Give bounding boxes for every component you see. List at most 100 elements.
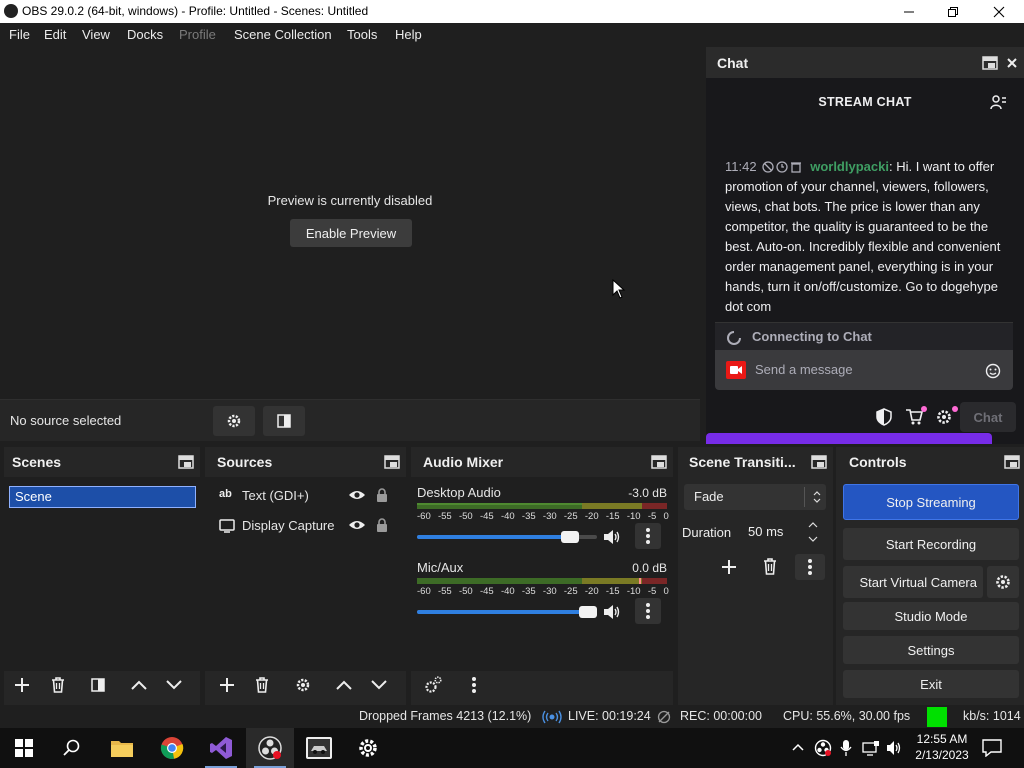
emote-icon[interactable] xyxy=(985,363,1001,379)
scene-item[interactable]: Scene xyxy=(9,486,196,508)
moderation-icons[interactable] xyxy=(760,161,810,173)
scene-filters-button[interactable] xyxy=(83,671,113,699)
undock-icon[interactable] xyxy=(178,455,194,469)
settings-taskbar-button[interactable] xyxy=(344,728,392,768)
remove-source-button[interactable] xyxy=(247,671,277,699)
settings-button[interactable]: Settings xyxy=(843,636,1019,664)
virtual-camera-settings-button[interactable] xyxy=(987,566,1019,598)
menu-scene-collection[interactable]: Scene Collection xyxy=(234,27,332,42)
stop-streaming-button[interactable]: Stop Streaming xyxy=(843,484,1019,520)
cart-icon[interactable] xyxy=(905,406,927,426)
tray-chevron-up-icon[interactable] xyxy=(792,743,804,751)
move-source-up-button[interactable] xyxy=(329,671,359,699)
menu-tools[interactable]: Tools xyxy=(347,27,377,42)
mixer-menu-button[interactable] xyxy=(459,671,489,699)
speaker-icon[interactable] xyxy=(603,604,621,620)
visibility-eye-icon[interactable] xyxy=(348,519,366,531)
advanced-audio-button[interactable] xyxy=(418,671,448,699)
undock-icon[interactable] xyxy=(982,56,998,70)
remove-transition-button[interactable] xyxy=(755,554,785,580)
slider-fill xyxy=(417,610,597,614)
chat-input[interactable]: Send a message xyxy=(715,350,1013,390)
add-transition-button[interactable] xyxy=(714,554,744,580)
add-source-button[interactable] xyxy=(212,671,242,699)
undock-icon[interactable] xyxy=(651,455,667,469)
transition-select[interactable]: Fade xyxy=(684,484,826,510)
chrome-taskbar-button[interactable] xyxy=(148,728,196,768)
source-item[interactable]: ab Text (GDI+) xyxy=(205,483,405,509)
duration-spinbox[interactable]: 50 ms xyxy=(740,518,825,546)
game-app-taskbar-button[interactable] xyxy=(295,728,343,768)
undock-icon[interactable] xyxy=(384,455,400,469)
transition-properties-button[interactable] xyxy=(795,554,825,580)
spin-arrows-icon[interactable] xyxy=(808,520,818,544)
menu-docks[interactable]: Docks xyxy=(127,27,163,42)
notifications-icon[interactable] xyxy=(982,739,1002,757)
chat-send-button[interactable]: Chat xyxy=(960,402,1016,432)
chat-dock: Chat STREAM CHAT 11:42 worldlypacki: Hi.… xyxy=(706,47,1024,444)
desktop-audio-volume-slider[interactable] xyxy=(417,531,597,543)
start-virtual-camera-button[interactable]: Start Virtual Camera xyxy=(843,566,983,598)
visibility-eye-icon[interactable] xyxy=(348,489,366,501)
studio-mode-button[interactable]: Studio Mode xyxy=(843,602,1019,630)
menu-edit[interactable]: Edit xyxy=(44,27,66,42)
close-dock-icon[interactable] xyxy=(1006,57,1018,69)
minimize-button[interactable] xyxy=(886,0,932,23)
record-off-icon xyxy=(657,710,671,724)
desktop-audio-menu-button[interactable] xyxy=(635,523,661,549)
undock-icon[interactable] xyxy=(1004,455,1020,469)
move-scene-up-button[interactable] xyxy=(124,671,154,699)
obs-logo-icon xyxy=(4,4,18,18)
speaker-icon[interactable] xyxy=(603,529,621,545)
lock-icon[interactable] xyxy=(376,518,388,532)
audio-mixer-header: Audio Mixer xyxy=(411,447,673,477)
menu-help[interactable]: Help xyxy=(395,27,422,42)
add-scene-button[interactable] xyxy=(7,671,37,699)
transitions-header: Scene Transiti... xyxy=(678,447,833,477)
move-source-down-button[interactable] xyxy=(364,671,394,699)
menu-view[interactable]: View xyxy=(82,27,110,42)
shield-icon[interactable] xyxy=(876,408,892,426)
community-icon[interactable] xyxy=(990,94,1008,110)
mic-aux-volume-slider[interactable] xyxy=(417,606,597,618)
microphone-icon[interactable] xyxy=(840,739,852,757)
menu-file[interactable]: File xyxy=(9,27,30,42)
taskbar-search-button[interactable] xyxy=(48,728,96,768)
slider-handle[interactable] xyxy=(561,531,579,543)
maximize-button[interactable] xyxy=(930,0,976,23)
start-recording-button[interactable]: Start Recording xyxy=(843,528,1019,560)
move-scene-down-button[interactable] xyxy=(159,671,189,699)
tray-obs-icon[interactable] xyxy=(814,739,832,757)
source-item[interactable]: Display Capture xyxy=(205,513,405,539)
filter-icon xyxy=(91,678,105,692)
mic-aux-menu-button[interactable] xyxy=(635,598,661,624)
network-icon[interactable] xyxy=(862,740,880,756)
remove-scene-button[interactable] xyxy=(43,671,73,699)
volume-icon[interactable] xyxy=(886,740,904,756)
system-clock[interactable]: 12:55 AM 2/13/2023 xyxy=(912,731,972,763)
menu-profile[interactable]: Profile xyxy=(179,27,216,42)
window-title-bar[interactable]: OBS 29.0.2 (64-bit, windows) - Profile: … xyxy=(0,0,1024,23)
updown-chevron-icon xyxy=(813,491,821,503)
more-vertical-icon xyxy=(646,528,650,544)
chat-dock-title: Chat xyxy=(717,55,749,71)
visual-studio-taskbar-button[interactable] xyxy=(197,728,245,768)
source-properties-button[interactable] xyxy=(213,406,255,436)
undock-icon[interactable] xyxy=(811,455,827,469)
mic-aux-db: 0.0 dB xyxy=(632,561,667,575)
chat-settings-icon[interactable] xyxy=(935,406,959,426)
start-button[interactable] xyxy=(0,728,48,768)
obs-taskbar-button[interactable] xyxy=(246,728,294,768)
slider-handle[interactable] xyxy=(579,606,597,618)
exit-button[interactable]: Exit xyxy=(843,670,1019,698)
enable-preview-button[interactable]: Enable Preview xyxy=(290,219,412,247)
desktop-audio-label: Desktop Audio xyxy=(417,485,501,500)
lock-icon[interactable] xyxy=(376,488,388,502)
source-properties-button[interactable] xyxy=(288,671,318,699)
chat-username[interactable]: worldlypacki xyxy=(810,159,889,174)
controls-dock: Controls Stop Streaming Start Recording … xyxy=(836,447,1024,705)
file-explorer-taskbar-button[interactable] xyxy=(98,728,146,768)
source-filters-button[interactable] xyxy=(263,406,305,436)
stream-chat-heading: STREAM CHAT xyxy=(818,95,912,109)
close-button[interactable] xyxy=(976,0,1022,23)
